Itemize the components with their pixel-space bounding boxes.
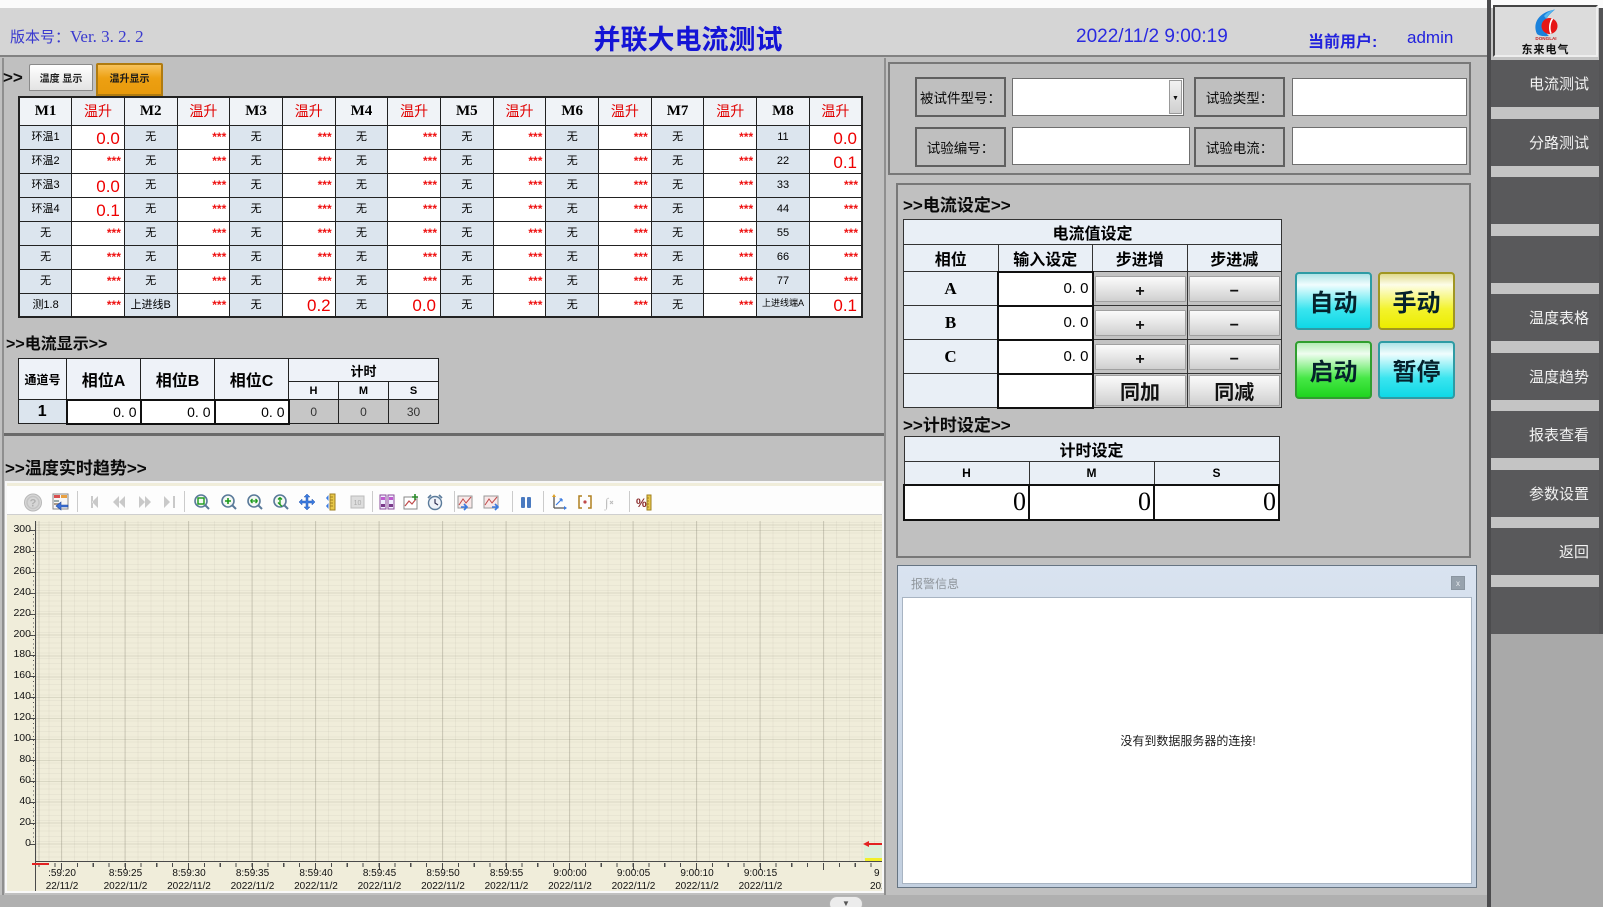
- svg-text:%: %: [636, 496, 647, 510]
- svg-text:10: 10: [354, 500, 362, 507]
- svg-text:∫: ∫: [604, 495, 610, 511]
